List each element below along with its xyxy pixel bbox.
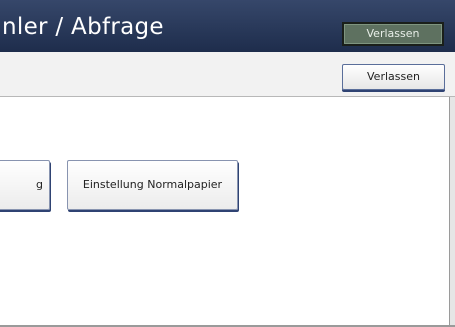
content-area: g Einstellung Normalpapier bbox=[0, 97, 455, 327]
plain-paper-setting-button[interactable]: Einstellung Normalpapier bbox=[67, 160, 238, 210]
right-border bbox=[449, 97, 455, 327]
exit-button[interactable]: Verlassen bbox=[342, 64, 445, 90]
header-exit-button[interactable]: Verlassen bbox=[342, 22, 444, 46]
setting-button-partial[interactable]: g bbox=[0, 160, 50, 210]
page-title: nler / Abfrage bbox=[2, 14, 164, 40]
screen: nler / Abfrage Verlassen Verlassen g Ein… bbox=[0, 0, 455, 327]
toolbar: Verlassen bbox=[0, 52, 455, 97]
header-bar: nler / Abfrage Verlassen bbox=[0, 0, 455, 52]
